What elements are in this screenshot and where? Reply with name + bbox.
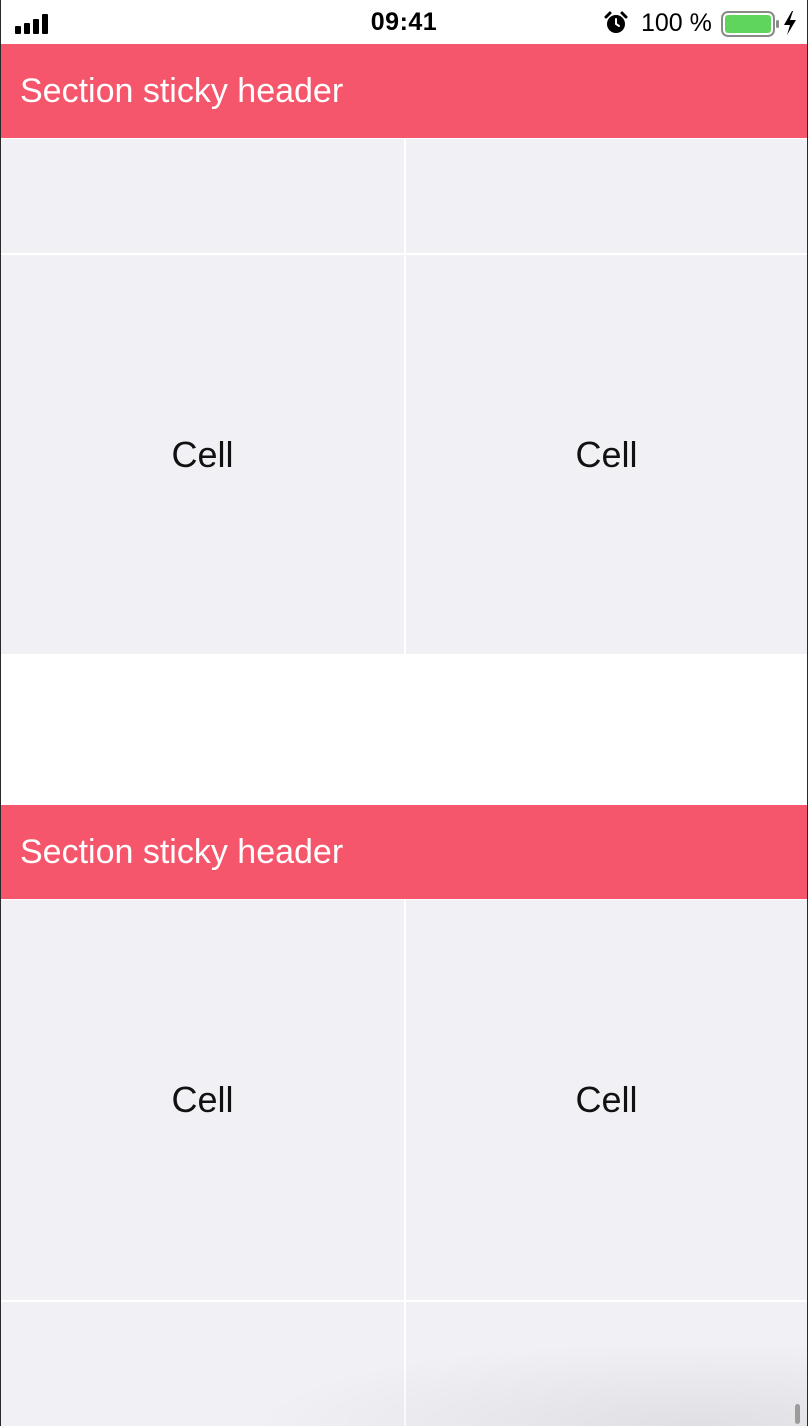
grid-cell[interactable]	[406, 1302, 807, 1426]
charging-bolt-icon	[784, 11, 796, 35]
section-header-title: Section sticky header	[20, 833, 344, 871]
grid-cell[interactable]	[1, 1302, 404, 1426]
cell-label: Cell	[171, 433, 234, 475]
section-header: Section sticky header	[1, 805, 807, 899]
section-header-title: Section sticky header	[20, 72, 344, 110]
grid-cell[interactable]: Cell	[406, 255, 807, 654]
grid-cell[interactable]	[1, 139, 404, 253]
status-bar: 09:41 100 %	[1, 0, 807, 44]
grid-cell[interactable]: Cell	[406, 900, 807, 1300]
battery-fill	[725, 15, 771, 33]
battery-icon	[721, 11, 779, 37]
cell-label: Cell	[171, 1079, 234, 1120]
alarm-icon	[604, 11, 628, 33]
grid-cell[interactable]: Cell	[1, 900, 404, 1300]
app-screen: 09:41 100 % Section sticky header Cell C…	[0, 0, 808, 1426]
grid-cell[interactable]: Cell	[1, 255, 404, 654]
cell-label: Cell	[575, 433, 638, 475]
cell-label: Cell	[575, 1079, 638, 1120]
section-header: Section sticky header	[1, 44, 807, 138]
battery-percentage: 100 %	[641, 9, 712, 37]
scroll-indicator[interactable]	[795, 1404, 800, 1424]
grid-cell[interactable]	[406, 139, 807, 253]
